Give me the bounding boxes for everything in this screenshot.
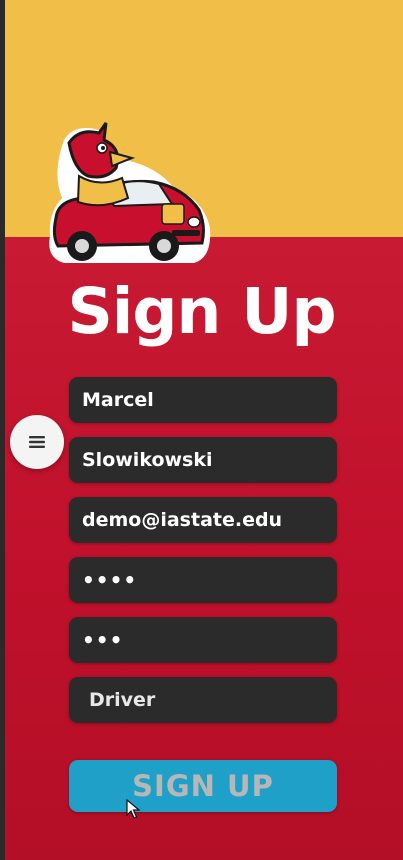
mascot-logo — [49, 122, 211, 263]
menu-button[interactable] — [10, 415, 64, 469]
page-title: Sign Up — [67, 275, 336, 348]
window-edge — [0, 0, 5, 860]
first-name-field[interactable]: Marcel — [69, 377, 337, 423]
last-name-field[interactable]: Slowikowski — [69, 437, 337, 483]
hamburger-menu-icon — [29, 436, 45, 448]
sign-up-button[interactable]: SIGN UP — [69, 760, 337, 812]
email-field[interactable]: demo@iastate.edu — [69, 497, 337, 543]
confirm-password-field[interactable]: ••• — [69, 617, 337, 663]
role-select[interactable]: Driver — [69, 677, 337, 723]
password-field[interactable]: •••• — [69, 557, 337, 603]
mouse-cursor-icon — [126, 799, 140, 819]
